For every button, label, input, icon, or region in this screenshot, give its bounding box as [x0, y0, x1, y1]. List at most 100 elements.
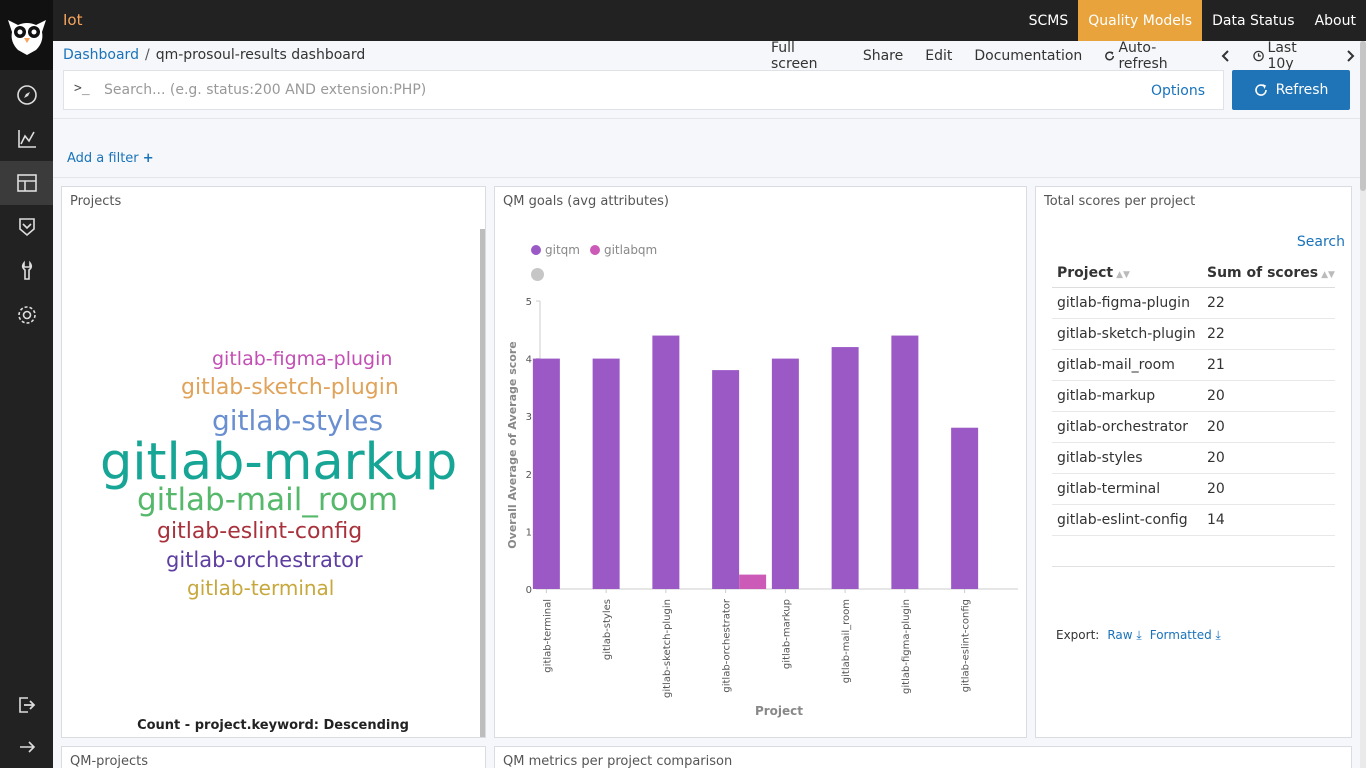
dashboard-icon[interactable]	[0, 161, 53, 205]
scrollbar-thumb[interactable]	[1360, 41, 1366, 191]
bar-gitqm-gitlab-mail_room[interactable]	[831, 347, 859, 589]
top-nav: SCMS Quality Models Data Status About	[1019, 0, 1366, 41]
dashboard-actions: Full screen Share Edit Documentation Aut…	[760, 40, 1366, 72]
table-row: gitlab-terminal 20	[1052, 473, 1335, 505]
cell-score: 20	[1202, 442, 1335, 474]
collapse-icon[interactable]	[0, 725, 53, 768]
page-scrollbar[interactable]	[1360, 41, 1366, 768]
management-icon[interactable]	[0, 293, 53, 337]
bar-gitqm-gitlab-sketch-plugin[interactable]	[652, 335, 680, 589]
table-header-row: Project ▲▼ Sum of scores ▲▼	[1052, 259, 1335, 288]
bar-gitqm-gitlab-eslint-config[interactable]	[951, 427, 979, 589]
filter-bar: Add a filter +	[53, 140, 1366, 178]
qm-goals-panel: QM goals (avg attributes) gitqm gitlabqm…	[494, 186, 1027, 738]
cell-project: gitlab-eslint-config	[1052, 504, 1202, 536]
bar-gitlabqm-gitlab-orchestrator[interactable]	[739, 574, 767, 589]
panel-title: Total scores per project	[1044, 194, 1196, 209]
word-gitlab-orchestrator[interactable]: gitlab-orchestrator	[166, 548, 363, 572]
table-row: gitlab-eslint-config 14	[1052, 504, 1335, 536]
export-raw-button[interactable]: Raw ⤓	[1107, 628, 1141, 643]
word-gitlab-mail-room[interactable]: gitlab-mail_room	[137, 482, 398, 518]
table-row: gitlab-figma-plugin 22	[1052, 287, 1335, 319]
x-tick-label: gitlab-styles	[602, 599, 613, 660]
query-prompt-icon: >_	[74, 81, 90, 96]
nav-about[interactable]: About	[1305, 0, 1366, 41]
discover-icon[interactable]	[0, 73, 53, 117]
y-tick-label: 4	[526, 355, 532, 366]
cell-score: 22	[1202, 287, 1335, 319]
table-search-link[interactable]: Search	[1297, 234, 1345, 250]
cell-project: gitlab-mail_room	[1052, 349, 1202, 381]
top-nav-bar: Iot SCMS Quality Models Data Status Abou…	[53, 0, 1366, 41]
breadcrumb-dashboard[interactable]: Dashboard	[63, 47, 139, 65]
nav-data-status[interactable]: Data Status	[1202, 0, 1305, 41]
add-filter-label: Add a filter	[67, 151, 139, 166]
chevron-left-icon	[1221, 50, 1230, 62]
owl-logo[interactable]	[0, 0, 53, 70]
logout-icon[interactable]	[0, 683, 53, 727]
word-gitlab-sketch-plugin[interactable]: gitlab-sketch-plugin	[181, 375, 399, 400]
panel-title: Projects	[70, 194, 122, 209]
breadcrumb: Dashboard / qm-prosoul-results dashboard	[63, 47, 365, 65]
x-tick-label: gitlab-mail_room	[841, 599, 852, 683]
table-row: gitlab-orchestrator 20	[1052, 411, 1335, 443]
bar-gitqm-gitlab-figma-plugin[interactable]	[891, 335, 919, 589]
cell-score: 22	[1202, 318, 1335, 350]
projects-panel: Projects gitlab-figma-plugin gitlab-sket…	[61, 186, 486, 738]
divider	[53, 177, 1366, 178]
cell-score: 14	[1202, 504, 1335, 536]
refresh-button[interactable]: Refresh	[1232, 70, 1350, 110]
add-filter-button[interactable]: Add a filter +	[67, 151, 154, 166]
nav-scms[interactable]: SCMS	[1019, 0, 1079, 41]
cell-score: 21	[1202, 349, 1335, 381]
word-gitlab-figma-plugin[interactable]: gitlab-figma-plugin	[212, 348, 392, 370]
timelion-icon[interactable]	[0, 205, 53, 249]
search-options-button[interactable]: Options	[1151, 83, 1205, 99]
devtools-icon[interactable]	[0, 249, 53, 293]
bar-gitqm-gitlab-orchestrator[interactable]	[712, 370, 740, 589]
auto-refresh-button[interactable]: Auto-refresh	[1093, 40, 1210, 72]
share-button[interactable]: Share	[852, 48, 914, 64]
chevron-right-icon	[1347, 50, 1355, 62]
sort-icon[interactable]: ▲▼	[1116, 270, 1130, 280]
word-gitlab-terminal[interactable]: gitlab-terminal	[187, 576, 334, 600]
x-tick-label: gitlab-orchestrator	[722, 598, 733, 693]
column-header-sum-of-scores[interactable]: Sum of scores ▲▼	[1202, 259, 1335, 288]
cell-score: 20	[1202, 473, 1335, 505]
bar-gitqm-gitlab-terminal[interactable]	[532, 358, 560, 589]
auto-refresh-label: Auto-refresh	[1118, 40, 1168, 72]
time-prev-button[interactable]	[1210, 50, 1242, 62]
cell-project: gitlab-sketch-plugin	[1052, 318, 1202, 350]
refresh-icon	[1254, 84, 1267, 96]
column-header-project[interactable]: Project ▲▼	[1052, 259, 1202, 288]
edit-button[interactable]: Edit	[914, 48, 963, 64]
clock-icon	[1253, 50, 1265, 62]
panel-scrollbar[interactable]	[480, 229, 485, 737]
nav-quality-models[interactable]: Quality Models	[1078, 0, 1203, 41]
export-controls: Export: Raw ⤓ Formatted ⤓	[1056, 628, 1221, 643]
scores-panel: Total scores per project Search Project ▲…	[1035, 186, 1352, 738]
page-title: qm-prosoul-results dashboard	[155, 47, 366, 63]
breadcrumb-separator: /	[144, 47, 150, 63]
x-tick-label: gitlab-eslint-config	[961, 599, 972, 692]
refresh-icon	[1105, 51, 1115, 61]
word-gitlab-eslint-config[interactable]: gitlab-eslint-config	[157, 519, 362, 544]
cell-project: gitlab-markup	[1052, 380, 1202, 412]
bar-gitqm-gitlab-styles[interactable]	[592, 358, 620, 589]
app-brand[interactable]: Iot	[63, 11, 82, 29]
documentation-button[interactable]: Documentation	[963, 48, 1093, 64]
search-input[interactable]: Search... (e.g. status:200 AND extension…	[104, 82, 426, 98]
qm-projects-panel: QM-projects	[61, 746, 486, 768]
bar-gitqm-gitlab-markup[interactable]	[771, 358, 799, 589]
sort-icon[interactable]: ▲▼	[1321, 270, 1335, 280]
cell-project: gitlab-orchestrator	[1052, 411, 1202, 443]
time-range-label: Last 10y	[1267, 40, 1297, 72]
table-footer-line	[1052, 566, 1335, 567]
full-screen-button[interactable]: Full screen	[760, 40, 852, 72]
time-picker-button[interactable]: Last 10y	[1242, 40, 1334, 72]
x-tick-label: gitlab-sketch-plugin	[662, 599, 673, 698]
search-bar[interactable]: >_ Search... (e.g. status:200 AND extens…	[63, 70, 1224, 110]
panel-title: QM metrics per project comparison	[503, 754, 733, 768]
export-formatted-button[interactable]: Formatted ⤓	[1150, 628, 1221, 643]
visualize-icon[interactable]	[0, 117, 53, 161]
